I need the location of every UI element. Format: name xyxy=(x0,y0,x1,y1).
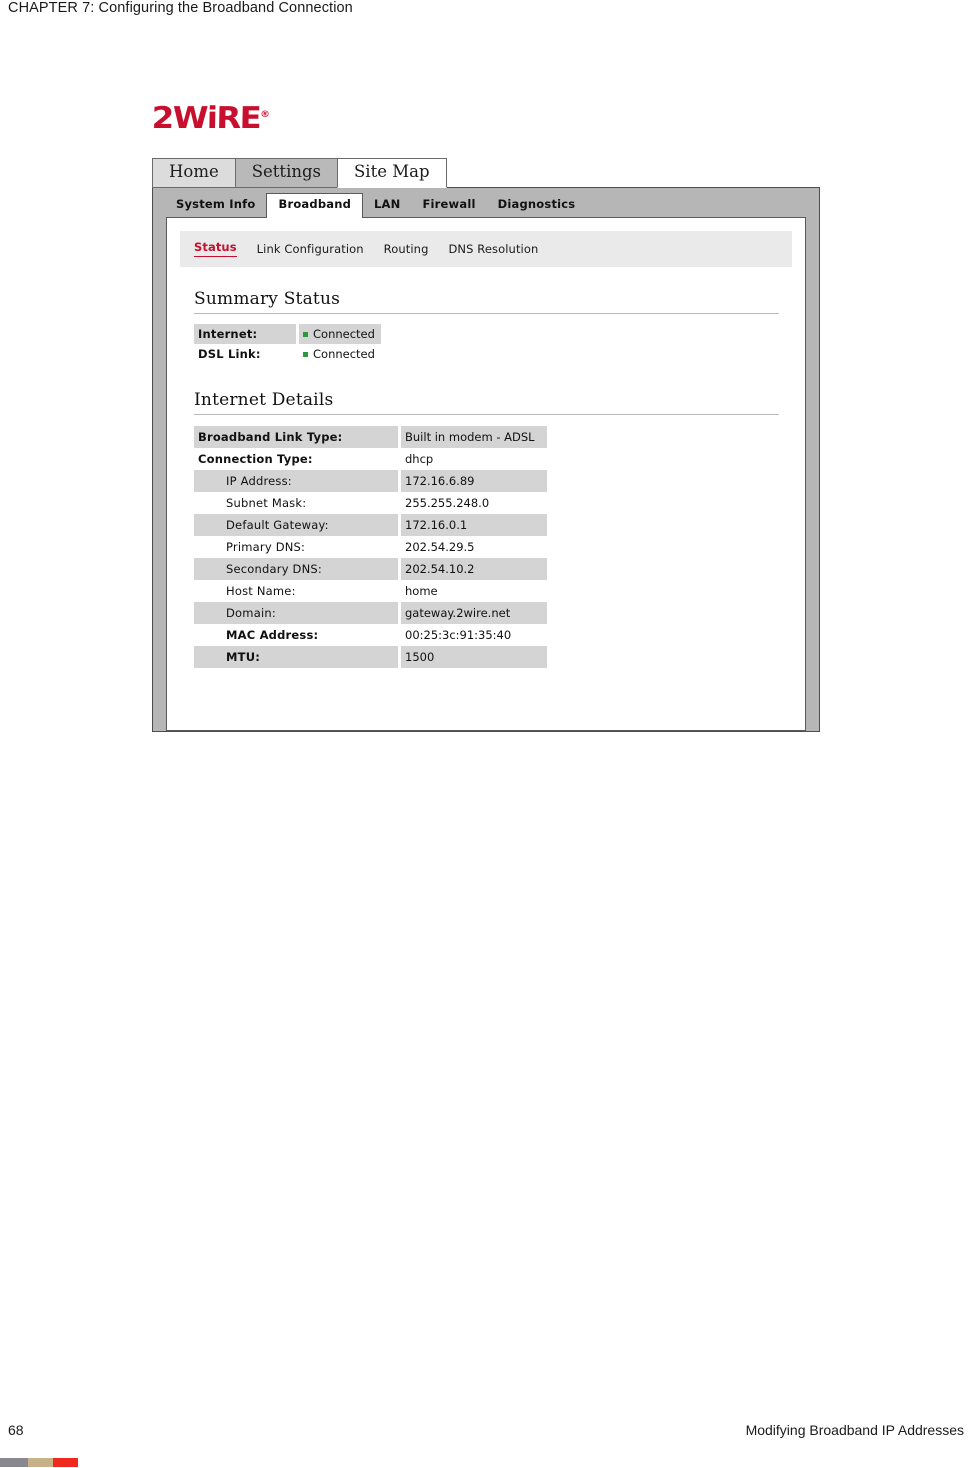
content-area: Status Link Configuration Routing DNS Re… xyxy=(166,216,806,731)
subnav-tab-diagnostics[interactable]: Diagnostics xyxy=(487,193,587,217)
nav-tab-settings[interactable]: Settings xyxy=(234,158,338,188)
detail-label-connection-type: Connection Type: xyxy=(198,451,313,466)
nav-tab-home[interactable]: Home xyxy=(152,158,236,188)
subnav-tab-lan[interactable]: LAN xyxy=(363,193,411,217)
detail-label-host-name: Host Name: xyxy=(226,583,296,598)
router-ui-screenshot: 2WiRE® Home Settings Site Map System Inf… xyxy=(151,101,820,732)
detail-label-mtu: MTU: xyxy=(194,645,398,668)
footer-bar-segment-tan xyxy=(28,1458,53,1467)
detail-value-primary-dns: 202.54.29.5 xyxy=(405,539,475,554)
chapter-header: CHAPTER 7: Configuring the Broadband Con… xyxy=(8,0,353,16)
subnav-tab-system-info[interactable]: System Info xyxy=(165,193,266,217)
summary-label-internet: Internet: xyxy=(194,323,296,344)
detail-value-secondary-dns: 202.54.10.2 xyxy=(401,557,547,580)
table-row: DSL Link: Connected xyxy=(194,344,381,364)
footer-color-bar xyxy=(0,1458,78,1467)
nav-tab-site-map[interactable]: Site Map xyxy=(337,158,447,188)
table-row: Broadband Link Type: Built in modem - AD… xyxy=(194,425,547,448)
detail-value-mtu: 1500 xyxy=(401,645,547,668)
detail-label-secondary-dns: Secondary DNS: xyxy=(194,557,398,580)
tertnav-link-routing[interactable]: Routing xyxy=(384,242,429,256)
detail-label-ip-address: IP Address: xyxy=(194,469,398,492)
detail-value-default-gateway: 172.16.0.1 xyxy=(401,513,547,536)
table-row: Connection Type: dhcp xyxy=(194,448,547,470)
secondary-nav: System Info Broadband LAN Firewall Diagn… xyxy=(153,188,819,218)
table-row: Primary DNS: 202.54.29.5 xyxy=(194,536,547,558)
status-dot-icon xyxy=(303,331,308,337)
status-dot-icon xyxy=(303,351,308,357)
table-row: Domain: gateway.2wire.net xyxy=(194,601,547,624)
tertnav-link-status[interactable]: Status xyxy=(194,240,237,258)
detail-label-subnet-mask: Subnet Mask: xyxy=(226,495,307,510)
table-row: IP Address: 172.16.6.89 xyxy=(194,469,547,492)
table-row: Subnet Mask: 255.255.248.0 xyxy=(194,492,547,514)
table-row: MTU: 1500 xyxy=(194,645,547,668)
registered-mark-icon: ® xyxy=(260,110,270,120)
summary-label-dsl-link: DSL Link: xyxy=(198,346,261,361)
subnav-tab-firewall[interactable]: Firewall xyxy=(411,193,486,217)
table-row: Default Gateway: 172.16.0.1 xyxy=(194,513,547,536)
summary-status-heading: Summary Status xyxy=(194,288,341,309)
footer-page-number: 68 xyxy=(8,1422,24,1438)
summary-value-dsl-link: Connected xyxy=(299,344,381,364)
subnav-tab-broadband[interactable]: Broadband xyxy=(266,192,364,218)
internet-details-heading: Internet Details xyxy=(194,389,334,410)
detail-label-domain: Domain: xyxy=(194,601,398,624)
primary-nav: Home Settings Site Map xyxy=(152,158,820,188)
detail-value-host-name: home xyxy=(405,583,438,598)
table-row: Internet: Connected xyxy=(194,323,381,344)
detail-value-domain: gateway.2wire.net xyxy=(401,601,547,624)
detail-value-ip-address: 172.16.6.89 xyxy=(401,469,547,492)
table-row: Host Name: home xyxy=(194,580,547,602)
internet-details-divider xyxy=(194,413,779,415)
detail-value-broadband-link-type: Built in modem - ADSL xyxy=(401,425,547,448)
internet-details-table: Broadband Link Type: Built in modem - AD… xyxy=(194,425,547,668)
2wire-logo: 2WiRE® xyxy=(151,101,270,136)
table-row: Secondary DNS: 202.54.10.2 xyxy=(194,557,547,580)
summary-status-divider xyxy=(194,312,779,314)
logo-text: 2WiRE xyxy=(151,101,261,136)
detail-value-connection-type: dhcp xyxy=(405,451,434,466)
summary-value-dsl-link-text: Connected xyxy=(313,346,375,361)
detail-label-primary-dns: Primary DNS: xyxy=(226,539,306,554)
detail-value-subnet-mask: 255.255.248.0 xyxy=(405,495,490,510)
logo-container: 2WiRE® xyxy=(151,101,820,144)
summary-value-internet-text: Connected xyxy=(313,326,375,341)
app-panel: System Info Broadband LAN Firewall Diagn… xyxy=(152,186,820,732)
summary-status-table: Internet: Connected DSL Link: Connected xyxy=(194,323,381,364)
footer-bar-segment-gray xyxy=(0,1458,28,1467)
tertnav-link-dns-resolution[interactable]: DNS Resolution xyxy=(448,242,538,256)
footer-section-title: Modifying Broadband IP Addresses xyxy=(745,1422,964,1438)
table-row: MAC Address: 00:25:3c:91:35:40 xyxy=(194,624,547,646)
detail-value-mac-address: 00:25:3c:91:35:40 xyxy=(405,627,512,642)
tertiary-nav: Status Link Configuration Routing DNS Re… xyxy=(180,230,792,267)
tertnav-link-link-configuration[interactable]: Link Configuration xyxy=(257,242,364,256)
detail-label-broadband-link-type: Broadband Link Type: xyxy=(194,425,398,448)
detail-label-mac-address: MAC Address: xyxy=(226,627,319,642)
summary-value-internet: Connected xyxy=(299,323,381,344)
detail-label-default-gateway: Default Gateway: xyxy=(194,513,398,536)
footer-bar-segment-red xyxy=(53,1458,78,1467)
